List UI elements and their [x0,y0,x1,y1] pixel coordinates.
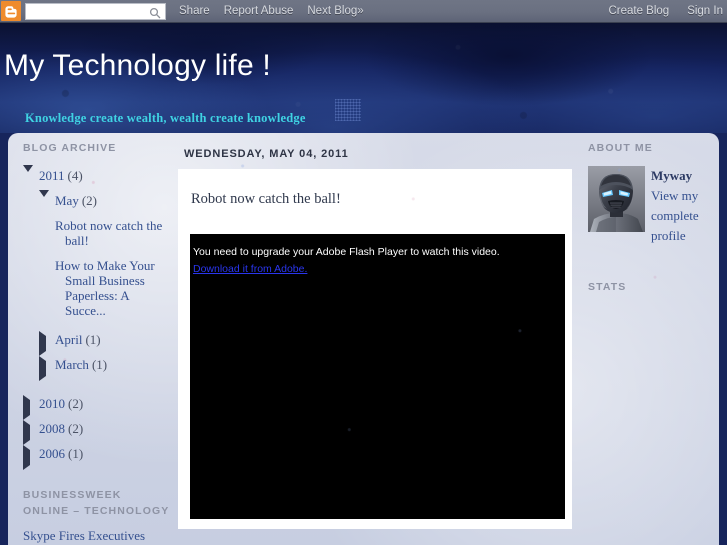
archive-year-2010[interactable]: 2010 (2) [23,395,171,420]
archive-year-2010-count: (2) [68,396,84,411]
flash-upgrade-message: You need to upgrade your Adobe Flash Pla… [193,246,500,258]
archive-post-link[interactable]: Robot now catch the ball! [23,218,171,248]
archive-month-may-label[interactable]: May [55,193,79,208]
triangle-right-icon[interactable] [23,395,35,420]
nav-link-share[interactable]: Share [179,5,210,17]
feed-link-skype[interactable]: Skype Fires Executives [23,528,171,543]
blogger-navbar: Share Report Abuse Next Blog» Create Blo… [0,0,727,23]
search-input[interactable] [26,3,144,19]
blog-tagline: Knowledge create wealth, wealth create k… [25,111,306,125]
nav-link-create-blog[interactable]: Create Blog [608,5,669,17]
nav-link-report-abuse[interactable]: Report Abuse [224,5,294,17]
archive-year-2011-count: (4) [67,168,83,183]
businessweek-feed-widget: BusinessWeek Online – Technology Skype F… [23,487,171,545]
page-title: My Technology life ! [4,49,271,82]
archive-month-april-count: (1) [85,332,101,347]
navbar-search[interactable] [25,2,166,20]
archive-year-2010-label[interactable]: 2010 [39,396,65,411]
about-me-title: About Me [588,142,653,154]
archive-year-2011[interactable]: 2011 (4) [23,165,171,187]
archive-post-paperless[interactable]: How to Make Your Small Business Paperles… [55,258,171,318]
archive-year-2006[interactable]: 2006 (1) [23,445,171,470]
main-content-column: WEDNESDAY, MAY 04, 2011 Robot now catch … [178,133,572,529]
blog-archive-tree: 2011 (4) May (2) Robot now catch the ball!… [23,165,171,470]
blog-header-banner: My Technology life ! Knowledge create we… [0,23,727,133]
stats-widget: Stats [588,246,710,295]
archive-year-2006-label[interactable]: 2006 [39,446,65,461]
blog-archive-title: Blog Archive [23,142,117,154]
archive-post-robot-ball[interactable]: Robot now catch the ball! [55,218,171,248]
archive-month-may[interactable]: May (2) [23,190,171,212]
archive-post-link[interactable]: How to Make Your Small Business Paperles… [23,258,171,318]
archive-year-2008-label[interactable]: 2008 [39,421,65,436]
triangle-down-icon[interactable] [39,190,51,212]
blog-archive-widget: Blog Archive 2011 (4) May (2) Robot now ca… [23,141,171,470]
triangle-right-icon[interactable] [39,356,51,381]
archive-month-march[interactable]: March (1) [23,356,171,381]
profile-block: Myway View my complete profile [588,166,710,246]
triangle-right-icon[interactable] [39,331,51,356]
nav-link-next-blog[interactable]: Next Blog» [307,5,363,17]
archive-year-2008-count: (2) [68,421,84,436]
nav-link-sign-in[interactable]: Sign In [687,5,723,17]
content-wrapper: Blog Archive 2011 (4) May (2) Robot now ca… [8,133,719,545]
search-icon [149,6,161,18]
post-title: Robot now catch the ball! [191,191,341,207]
blogger-b-icon[interactable] [1,1,21,21]
navbar-account-links: Create Blog Sign In [590,5,727,17]
post-body: Robot now catch the ball! You need to up… [178,169,572,529]
flash-video-placeholder[interactable]: You need to upgrade your Adobe Flash Pla… [190,234,565,519]
triangle-down-icon[interactable] [23,165,35,187]
about-me-widget: About Me [588,141,710,246]
archive-month-march-label[interactable]: March [55,357,89,372]
sidebar-left: Blog Archive 2011 (4) May (2) Robot now ca… [23,141,171,545]
post-date-header: WEDNESDAY, MAY 04, 2011 [184,148,349,160]
archive-year-2011-label[interactable]: 2011 [39,168,65,183]
triangle-right-icon[interactable] [23,445,35,470]
triangle-right-icon[interactable] [23,420,35,445]
list-item[interactable]: Skype Fires Executives [23,528,171,545]
navbar-links: Share Report Abuse Next Blog» [179,5,378,17]
view-complete-profile-link[interactable]: View my complete profile [651,188,699,243]
archive-year-2008[interactable]: 2008 (2) [23,420,171,445]
header-texture-artifact [335,99,361,121]
robot-avatar-image[interactable] [588,166,645,232]
archive-month-march-count: (1) [91,357,108,372]
stats-widget-title: Stats [588,281,627,293]
flash-download-link[interactable]: Download it from Adobe. [193,263,307,275]
sidebar-right: About Me [588,141,710,307]
feed-widget-title: BusinessWeek Online – Technology [23,489,170,517]
archive-month-may-count: (2) [81,193,98,208]
archive-month-april-label[interactable]: April [55,332,82,347]
archive-year-2006-count: (1) [68,446,84,461]
archive-month-april[interactable]: April (1) [23,331,171,356]
